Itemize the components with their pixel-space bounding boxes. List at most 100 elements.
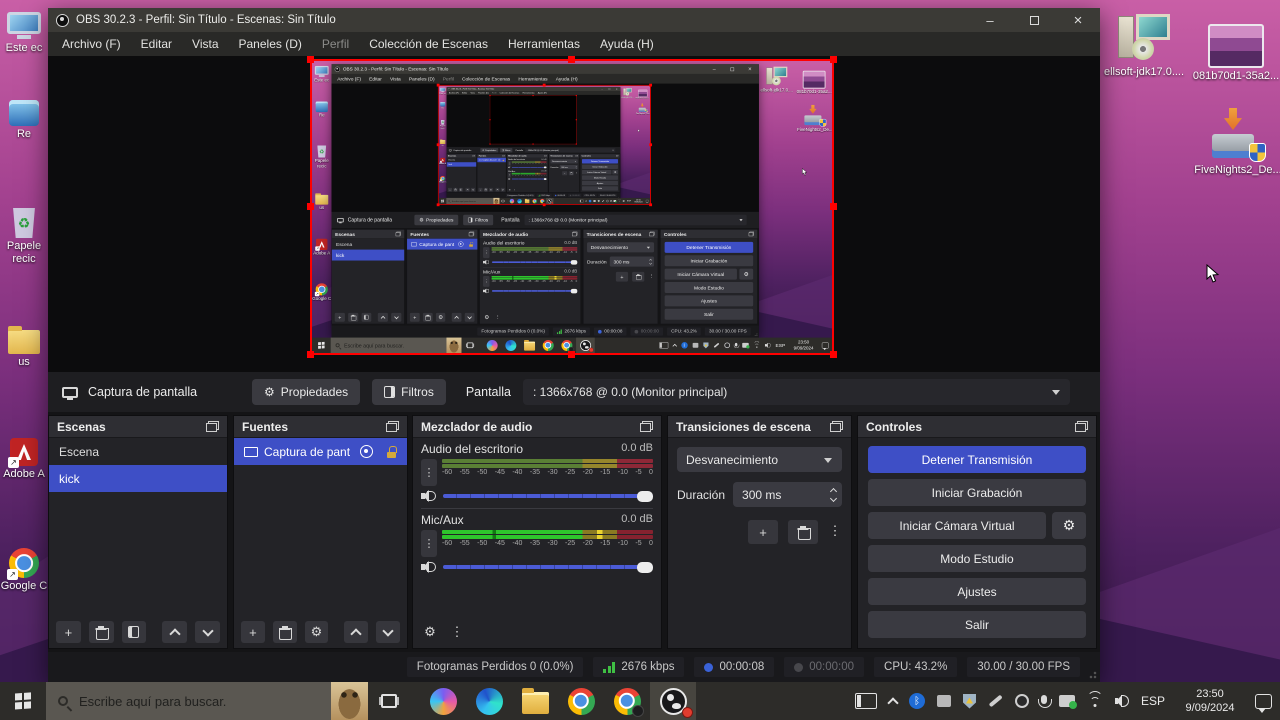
wifi-icon[interactable] xyxy=(1087,695,1103,707)
resize-handle[interactable] xyxy=(307,56,314,63)
taskbar-search[interactable] xyxy=(46,682,368,720)
start-recording-button[interactable]: Iniciar Grabación xyxy=(868,479,1086,506)
scene-filters-button[interactable] xyxy=(122,621,147,643)
resize-handle[interactable] xyxy=(568,351,575,358)
remove-transition-button[interactable] xyxy=(788,520,818,544)
taskbar-search-input[interactable] xyxy=(77,693,297,710)
minimize-button[interactable]: – xyxy=(968,8,1012,32)
popout-icon[interactable] xyxy=(386,421,399,432)
resize-handle[interactable] xyxy=(568,56,575,63)
visibility-eye-icon[interactable] xyxy=(360,445,373,458)
add-transition-button[interactable]: + xyxy=(748,520,778,544)
add-source-button[interactable]: + xyxy=(241,621,265,643)
slider-handle[interactable] xyxy=(637,491,653,502)
popout-icon[interactable] xyxy=(640,421,653,432)
scene-up-button[interactable] xyxy=(162,621,187,643)
volume-icon[interactable] xyxy=(1115,695,1129,707)
resize-grip[interactable] xyxy=(1089,671,1097,679)
security-shield-icon[interactable] xyxy=(963,694,976,709)
bluetooth-icon[interactable]: ᛒ xyxy=(909,693,925,709)
menu-vista[interactable]: Vista xyxy=(182,34,228,54)
transition-menu-button[interactable]: ⋮ xyxy=(828,520,842,542)
resize-handle[interactable] xyxy=(830,351,837,358)
microphone-icon[interactable] xyxy=(1041,695,1047,708)
properties-button[interactable]: ⚙ Propiedades xyxy=(252,379,360,405)
desktop-icon-image-file[interactable]: 081b70d1-35a2... xyxy=(1190,24,1280,83)
advanced-audio-button[interactable]: ⚙ xyxy=(420,621,440,643)
settings-button[interactable]: Ajustes xyxy=(868,578,1086,605)
add-scene-button[interactable]: + xyxy=(56,621,81,643)
capture-selection[interactable]: Este ec Re ♻ Papele recic us ↗ Adobe A ↗… xyxy=(310,59,834,355)
spin-down-icon[interactable] xyxy=(830,495,837,502)
slider-handle[interactable] xyxy=(637,562,653,573)
scenes-panel-header[interactable]: Escenas xyxy=(49,416,227,438)
scene-down-button[interactable] xyxy=(195,621,220,643)
mixer-panel-header[interactable]: Mezclador de audio xyxy=(413,416,661,438)
resize-handle[interactable] xyxy=(307,203,314,210)
mixer-menu-button[interactable]: ⋮ xyxy=(450,621,464,643)
duration-spinbox[interactable]: 300 ms xyxy=(733,482,842,507)
menu-coleccion-escenas[interactable]: Colección de Escenas xyxy=(359,34,498,54)
unlock-icon[interactable] xyxy=(387,446,397,458)
wallet-icon[interactable] xyxy=(1059,695,1075,707)
start-virtual-camera-button[interactable]: Iniciar Cámara Virtual xyxy=(868,512,1046,539)
taskbar-app-chrome[interactable] xyxy=(558,682,604,720)
menu-perfil[interactable]: Perfil xyxy=(312,34,359,54)
source-down-button[interactable] xyxy=(376,621,400,643)
widgets-icon[interactable] xyxy=(855,693,877,709)
task-view-button[interactable] xyxy=(368,682,410,720)
volume-slider[interactable] xyxy=(443,565,653,569)
source-up-button[interactable] xyxy=(344,621,368,643)
popout-icon[interactable] xyxy=(206,421,219,432)
desktop-icon-users-folder[interactable]: us xyxy=(0,326,48,369)
app-window-tray-icon[interactable] xyxy=(937,695,951,707)
remove-scene-button[interactable] xyxy=(89,621,114,643)
maximize-button[interactable] xyxy=(1012,8,1056,32)
popout-icon[interactable] xyxy=(830,421,843,432)
speaker-icon[interactable] xyxy=(421,489,437,503)
desktop-icon-jdk-installer[interactable]: ellsoft-jdk17.0.... xyxy=(1098,12,1190,79)
desktop-icon-chrome[interactable]: ↗ Google C xyxy=(0,548,48,593)
filters-button[interactable]: Filtros xyxy=(372,379,446,405)
speaker-icon[interactable] xyxy=(421,560,437,574)
desktop-icon-blue-device[interactable]: Re xyxy=(0,100,48,141)
source-properties-button[interactable]: ⚙ xyxy=(305,621,329,643)
obs-tray-icon[interactable] xyxy=(1015,694,1029,708)
desktop-icon-this-pc[interactable]: Este ec xyxy=(0,12,48,55)
transition-select[interactable]: Desvanecimiento xyxy=(677,447,842,472)
pen-icon[interactable] xyxy=(988,699,1003,703)
transitions-panel-header[interactable]: Transiciones de escena xyxy=(668,416,851,438)
notification-center-icon[interactable] xyxy=(1255,694,1272,709)
menu-herramientas[interactable]: Herramientas xyxy=(498,34,590,54)
screen-select[interactable]: : 1366x768 @ 0.0 (Monitor principal) xyxy=(523,379,1070,405)
taskbar-app-copilot[interactable] xyxy=(420,682,466,720)
title-bar[interactable]: OBS 30.2.3 - Perfil: Sin Título - Escena… xyxy=(48,8,1100,32)
stop-streaming-button[interactable]: Detener Transmisión xyxy=(868,446,1086,473)
exit-button[interactable]: Salir xyxy=(868,611,1086,638)
virtual-camera-settings-button[interactable]: ⚙ xyxy=(1052,512,1086,539)
desktop-icon-fivenights-installer[interactable]: FiveNights2_De... xyxy=(1192,108,1280,177)
taskbar-app-obs[interactable] xyxy=(650,682,696,720)
scene-item-kick[interactable]: kick xyxy=(49,465,227,492)
scene-item-escena[interactable]: Escena xyxy=(49,438,227,465)
taskbar-app-explorer[interactable] xyxy=(512,682,558,720)
menu-paneles[interactable]: Paneles (D) xyxy=(229,34,312,54)
resize-handle[interactable] xyxy=(830,56,837,63)
channel-menu-button[interactable]: ⋮ xyxy=(421,459,437,486)
source-item-captura[interactable]: Captura de pant xyxy=(234,438,407,465)
taskbar-app-edge[interactable] xyxy=(466,682,512,720)
remove-source-button[interactable] xyxy=(273,621,297,643)
menu-editar[interactable]: Editar xyxy=(131,34,182,54)
resize-handle[interactable] xyxy=(830,203,837,210)
popout-icon[interactable] xyxy=(1075,421,1088,432)
close-button[interactable]: × xyxy=(1056,8,1100,32)
desktop-icon-recycle-bin[interactable]: ♻ Papele recic xyxy=(0,208,48,265)
menu-ayuda[interactable]: Ayuda (H) xyxy=(590,34,664,54)
desktop-icon-adobe[interactable]: ↗ Adobe A xyxy=(0,438,48,481)
taskbar-clock[interactable]: 23:50 9/09/2024 xyxy=(1177,687,1243,716)
channel-menu-button[interactable]: ⋮ xyxy=(421,530,437,557)
start-button[interactable] xyxy=(0,682,46,720)
sources-panel-header[interactable]: Fuentes xyxy=(234,416,407,438)
menu-archivo[interactable]: Archivo (F) xyxy=(52,34,131,54)
tray-chevron-up-icon[interactable] xyxy=(889,695,897,707)
